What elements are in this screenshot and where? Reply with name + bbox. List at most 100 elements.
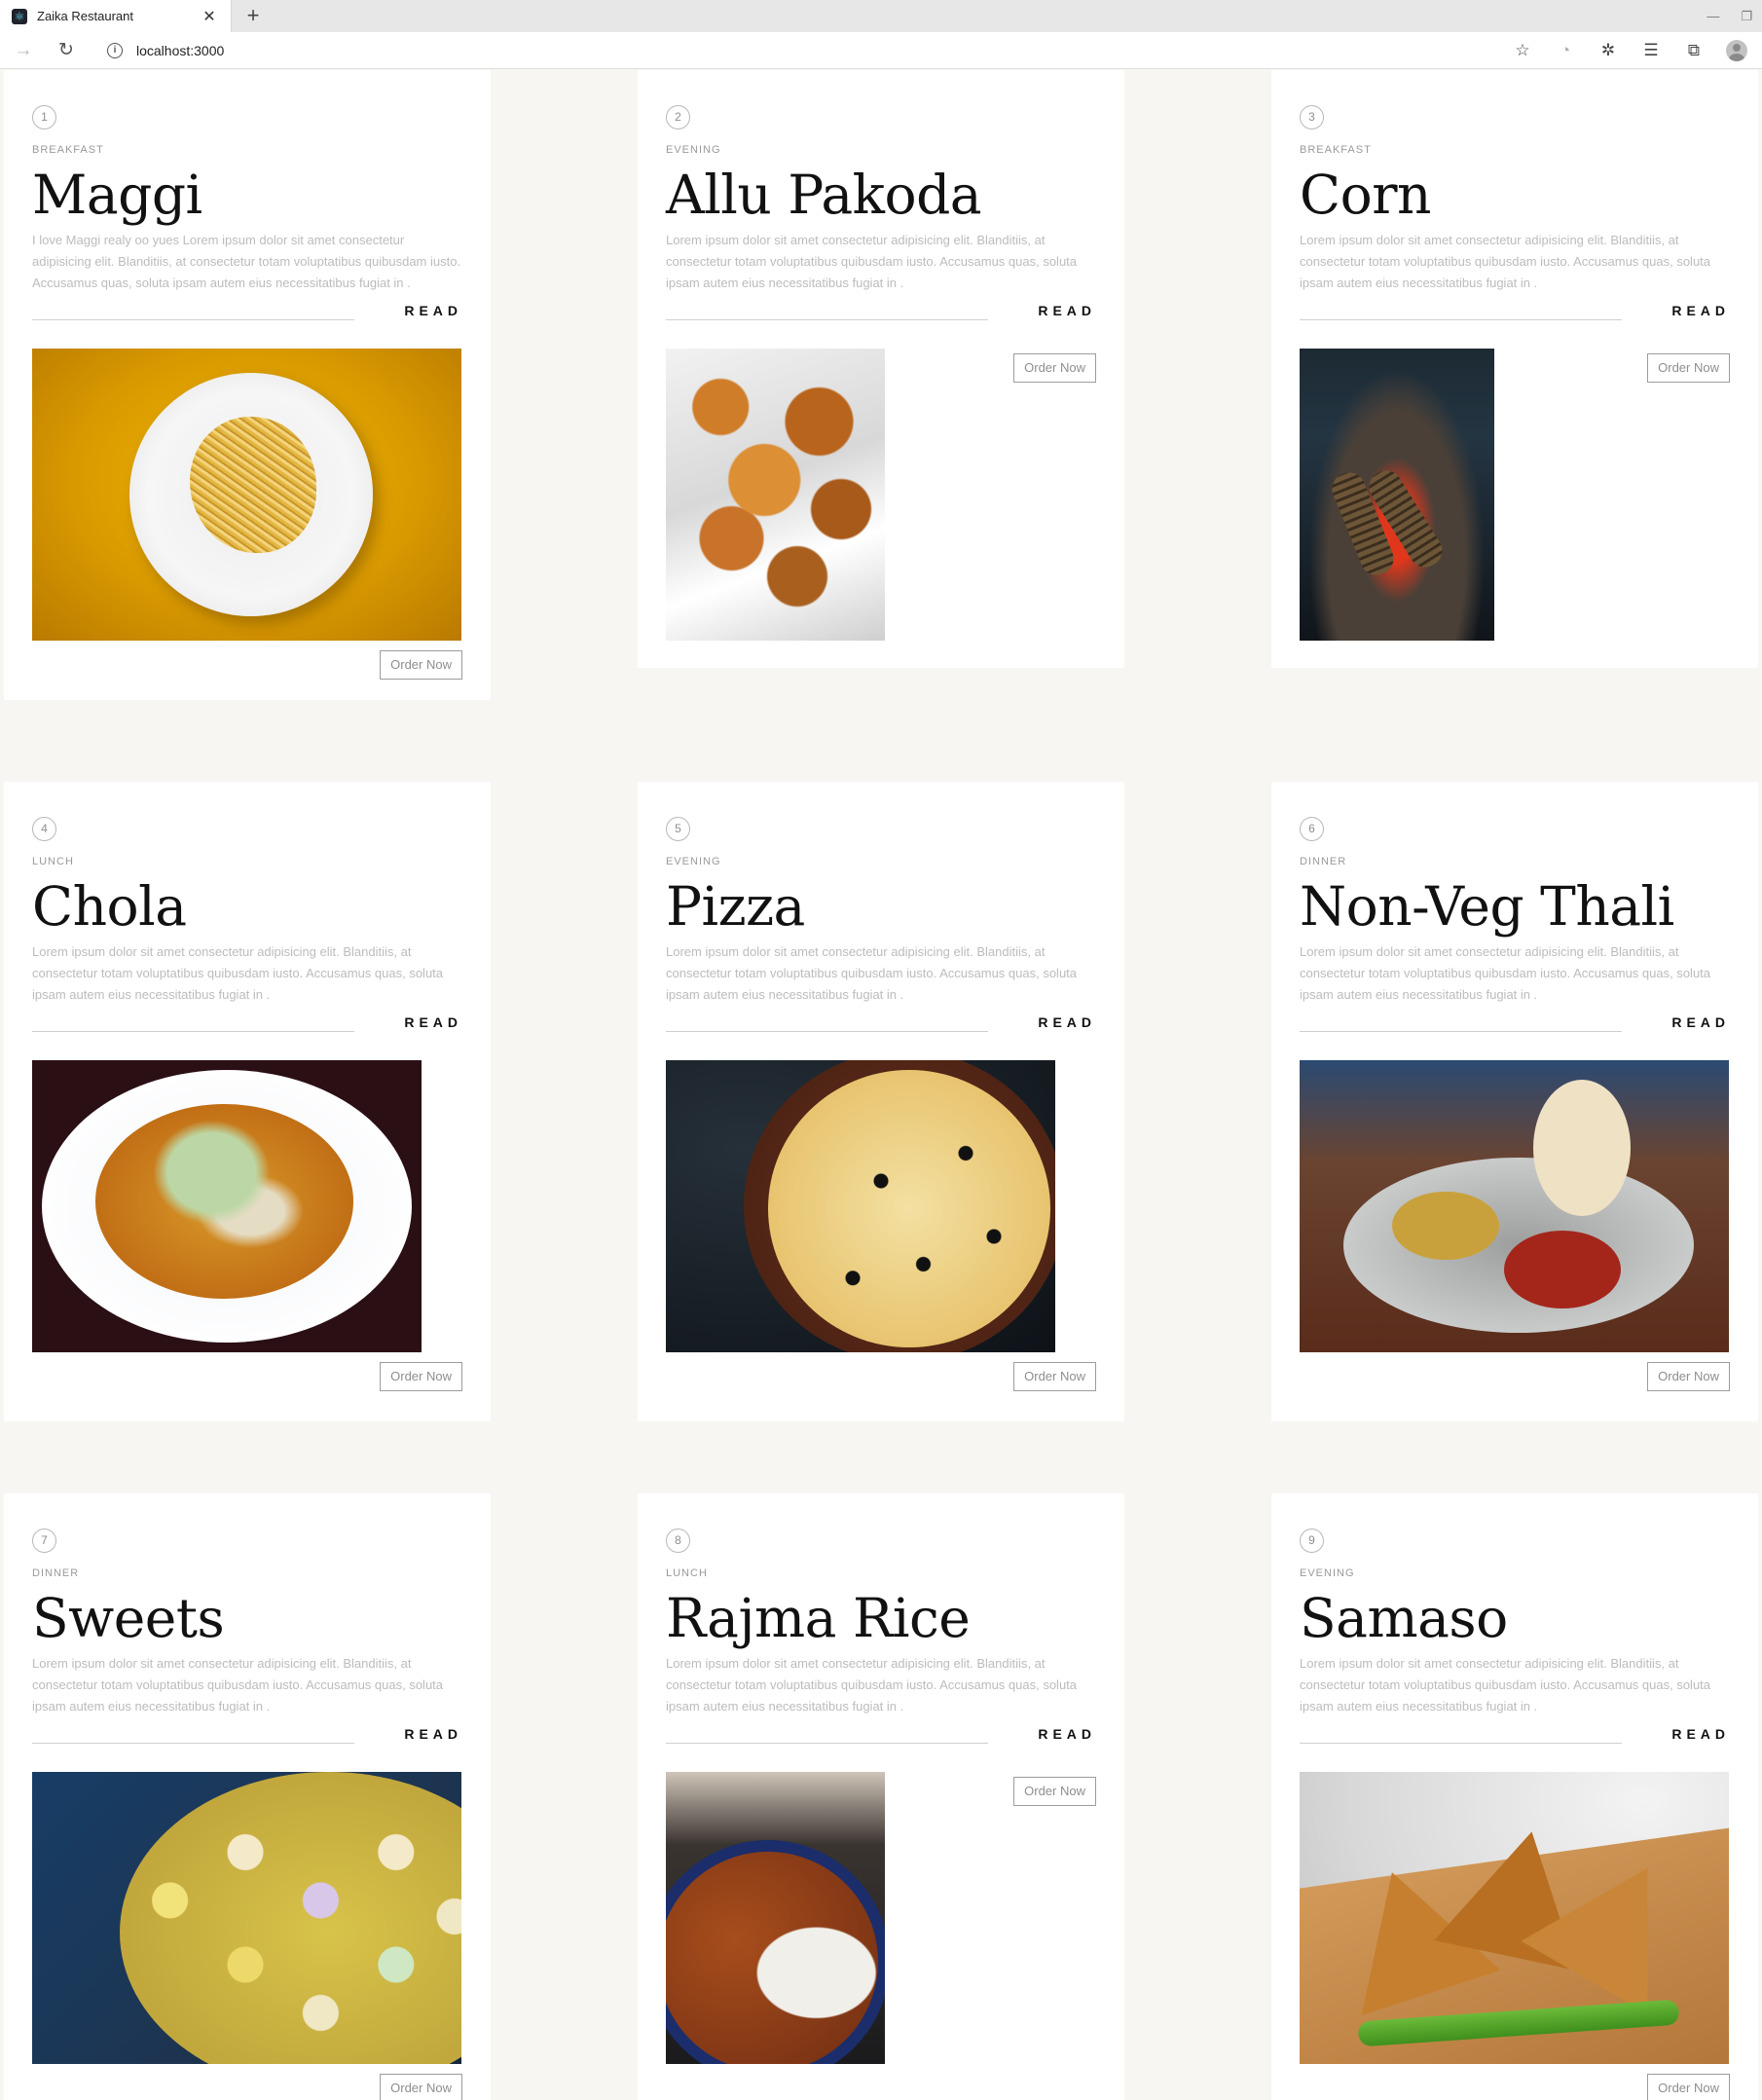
menu-card: 4 LUNCH Chola Lorem ipsum dolor sit amet…	[4, 782, 491, 1421]
address-bar[interactable]: i localhost:3000	[95, 36, 1546, 65]
read-link[interactable]: READ	[404, 1727, 462, 1741]
read-row: READ	[32, 1006, 462, 1033]
read-link[interactable]: READ	[1671, 1727, 1730, 1741]
read-link[interactable]: READ	[1038, 1015, 1096, 1029]
order-now-button[interactable]: Order Now	[1647, 353, 1730, 383]
read-row: READ	[1300, 294, 1730, 321]
read-link[interactable]: READ	[1038, 304, 1096, 317]
card-number: 7	[32, 1529, 56, 1553]
menu-card: 9 EVENING Samaso Lorem ipsum dolor sit a…	[1271, 1493, 1758, 2100]
card-media: Order Now	[1300, 349, 1730, 641]
menu-grid: 1 BREAKFAST Maggi I love Maggi realy oo …	[0, 70, 1762, 2100]
read-link[interactable]: READ	[1671, 304, 1730, 317]
menu-card: 7 DINNER Sweets Lorem ipsum dolor sit am…	[4, 1493, 491, 2100]
card-title: Corn	[1300, 164, 1431, 226]
order-now-button[interactable]: Order Now	[380, 2074, 462, 2100]
menu-card: 1 BREAKFAST Maggi I love Maggi realy oo …	[4, 70, 491, 700]
card-category: EVENING	[666, 856, 721, 867]
read-link[interactable]: READ	[404, 1015, 462, 1029]
card-description: Lorem ipsum dolor sit amet consectetur a…	[666, 944, 1078, 1002]
food-photo	[666, 1772, 885, 2064]
card-media: Order Now	[32, 1060, 462, 1391]
order-now-button[interactable]: Order Now	[380, 1362, 462, 1391]
card-category: BREAKFAST	[1300, 144, 1372, 156]
food-photo	[1300, 1060, 1729, 1352]
card-media: Order Now	[1300, 1060, 1730, 1391]
food-photo	[666, 1060, 1055, 1352]
order-now-button[interactable]: Order Now	[1013, 1777, 1096, 1806]
papad-shape	[1533, 1080, 1631, 1216]
reload-icon[interactable]: ↻	[53, 37, 80, 64]
chola-shape	[95, 1104, 353, 1299]
card-title: Sweets	[32, 1587, 225, 1649]
card-category: EVENING	[666, 144, 721, 156]
card-category: DINNER	[1300, 856, 1347, 867]
card-number: 4	[32, 817, 56, 841]
dal-shape	[1392, 1192, 1499, 1260]
card-category: EVENING	[1300, 1567, 1355, 1579]
read-link[interactable]: READ	[404, 304, 462, 317]
card-title: Rajma Rice	[666, 1587, 971, 1649]
card-category: BREAKFAST	[32, 144, 104, 156]
food-photo	[32, 349, 461, 641]
card-media: Order Now	[32, 349, 462, 680]
order-now-button[interactable]: Order Now	[1647, 1362, 1730, 1391]
favorites-icon[interactable]: ☰	[1630, 41, 1672, 60]
new-tab-icon[interactable]: +	[239, 2, 267, 29]
card-number: 1	[32, 105, 56, 129]
divider	[1300, 1031, 1622, 1032]
favorite-add-icon[interactable]: ☆	[1501, 41, 1544, 60]
menu-card: 8 LUNCH Rajma Rice Lorem ipsum dolor sit…	[638, 1493, 1124, 2100]
food-photo	[666, 349, 885, 641]
extension-badge-icon[interactable]: ◔	[1544, 41, 1587, 60]
profile-avatar-icon[interactable]	[1726, 40, 1747, 61]
minimize-icon[interactable]: —	[1707, 9, 1719, 23]
card-title: Non-Veg Thali	[1300, 875, 1674, 938]
card-description: I love Maggi realy oo yues Lorem ipsum d…	[32, 233, 461, 290]
tab-title: Zaika Restaurant	[37, 9, 133, 23]
divider	[32, 1031, 354, 1032]
read-row: READ	[666, 294, 1096, 321]
back-icon[interactable]: →	[10, 37, 37, 64]
divider	[666, 1031, 988, 1032]
order-now-button[interactable]: Order Now	[1013, 1362, 1096, 1391]
card-description: Lorem ipsum dolor sit amet consectetur a…	[32, 944, 444, 1002]
card-description: Lorem ipsum dolor sit amet consectetur a…	[1300, 233, 1711, 290]
food-photo	[32, 1772, 461, 2064]
card-title: Samaso	[1300, 1587, 1508, 1649]
read-link[interactable]: READ	[1038, 1727, 1096, 1741]
extensions-icon[interactable]: ✲	[1587, 41, 1630, 60]
card-number: 9	[1300, 1529, 1324, 1553]
divider	[666, 319, 988, 320]
order-now-button[interactable]: Order Now	[1013, 353, 1096, 383]
order-now-button[interactable]: Order Now	[380, 650, 462, 680]
divider	[1300, 319, 1622, 320]
card-title: Chola	[32, 875, 187, 938]
card-description: Lorem ipsum dolor sit amet consectetur a…	[666, 1656, 1078, 1713]
card-media: Order Now	[666, 1772, 1096, 2064]
card-description: Lorem ipsum dolor sit amet consectetur a…	[32, 1656, 444, 1713]
browser-tab[interactable]: ⚛ Zaika Restaurant ✕	[0, 0, 232, 32]
card-description: Lorem ipsum dolor sit amet consectetur a…	[666, 233, 1078, 290]
card-description: Lorem ipsum dolor sit amet consectetur a…	[1300, 1656, 1711, 1713]
divider	[666, 1743, 988, 1744]
food-photo	[1300, 349, 1494, 641]
close-icon[interactable]: ✕	[200, 7, 219, 26]
order-now-button[interactable]: Order Now	[1647, 2074, 1730, 2100]
info-icon[interactable]: i	[107, 43, 123, 58]
url-text: localhost:3000	[136, 43, 225, 58]
card-number: 6	[1300, 817, 1324, 841]
read-row: READ	[666, 1006, 1096, 1033]
read-link[interactable]: READ	[1671, 1015, 1730, 1029]
card-media: Order Now	[666, 1060, 1096, 1391]
card-category: DINNER	[32, 1567, 80, 1579]
restore-icon[interactable]: ❐	[1741, 9, 1752, 24]
food-photo	[1300, 1772, 1729, 2064]
collections-icon[interactable]: ⧉	[1672, 41, 1715, 60]
chicken-shape	[1504, 1231, 1621, 1308]
sweets-tray-shape	[120, 1772, 461, 2064]
read-row: READ	[32, 294, 462, 321]
card-category: LUNCH	[666, 1567, 708, 1579]
read-row: READ	[666, 1717, 1096, 1745]
card-description: Lorem ipsum dolor sit amet consectetur a…	[1300, 944, 1711, 1002]
